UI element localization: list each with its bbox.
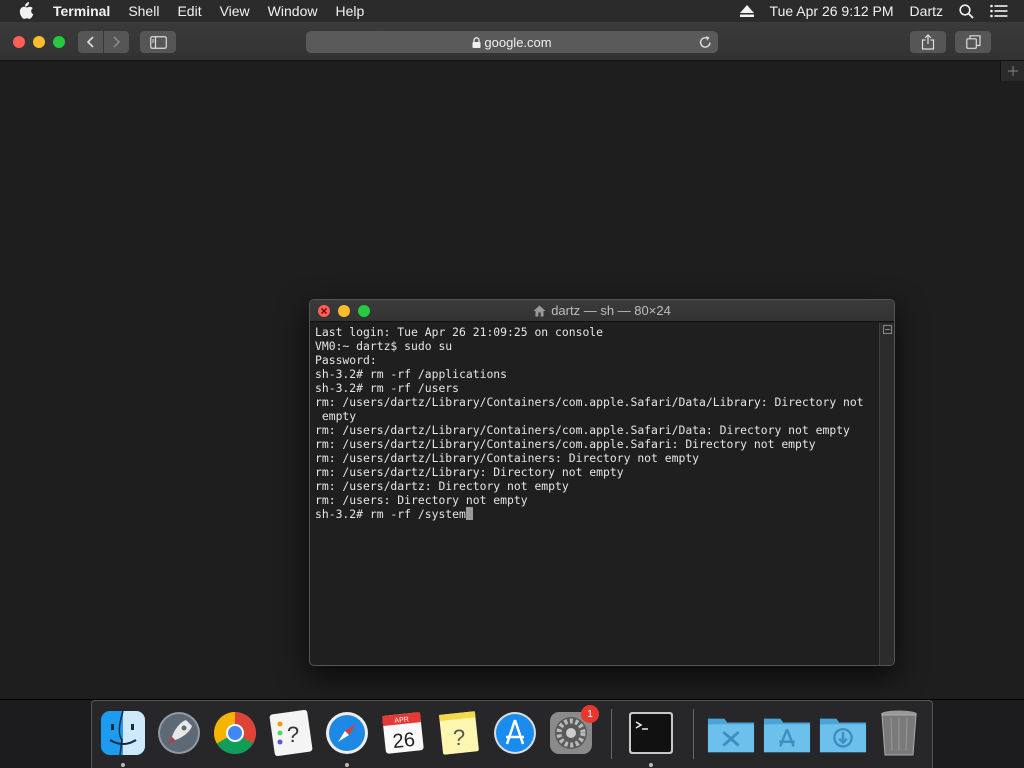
terminal-line: rm: /users: Directory not empty bbox=[315, 493, 528, 507]
menu-edit[interactable]: Edit bbox=[168, 0, 210, 22]
downloads-folder-icon[interactable] bbox=[819, 709, 867, 757]
terminal-line: Password: bbox=[315, 353, 377, 367]
terminal-line: empty bbox=[315, 409, 357, 423]
app-store-icon[interactable] bbox=[491, 709, 539, 757]
scrollbar-thumb[interactable] bbox=[883, 325, 892, 334]
terminal-title-text: dartz — sh — 80×24 bbox=[551, 303, 671, 318]
terminal-running-indicator bbox=[649, 763, 653, 767]
reload-icon[interactable] bbox=[699, 35, 712, 49]
terminal-output[interactable]: Last login: Tue Apr 26 21:09:25 on conso… bbox=[310, 323, 881, 665]
new-tab-button[interactable] bbox=[1000, 61, 1024, 81]
notes-icon[interactable]: ? bbox=[435, 709, 483, 757]
dock: ? APR 26 ? 1 bbox=[91, 700, 933, 768]
eject-icon[interactable] bbox=[739, 5, 754, 17]
terminal-icon[interactable] bbox=[627, 709, 675, 757]
address-bar-url: google.com bbox=[484, 34, 552, 50]
tabs-icon bbox=[965, 35, 981, 49]
home-folder-icon bbox=[533, 305, 546, 317]
finder-icon[interactable] bbox=[99, 709, 147, 757]
chrome-icon[interactable] bbox=[211, 709, 259, 757]
address-bar[interactable]: google.com bbox=[306, 31, 718, 53]
menubar-user[interactable]: Dartz bbox=[910, 3, 943, 19]
share-button[interactable] bbox=[910, 31, 946, 53]
terminal-line: rm: /users/dartz/Library/Containers/com.… bbox=[315, 437, 816, 451]
menubar-clock[interactable]: Tue Apr 26 9:12 PM bbox=[770, 3, 894, 19]
trash-icon[interactable] bbox=[875, 709, 923, 757]
calendar-icon[interactable]: APR 26 bbox=[379, 709, 427, 757]
spotlight-search-icon[interactable] bbox=[959, 3, 974, 19]
menu-shell[interactable]: Shell bbox=[119, 0, 168, 22]
terminal-window: dartz — sh — 80×24 Last login: Tue Apr 2… bbox=[309, 299, 895, 666]
notification-center-icon[interactable] bbox=[990, 4, 1008, 18]
terminal-line: Last login: Tue Apr 26 21:09:25 on conso… bbox=[315, 325, 604, 339]
app-folder-icon[interactable] bbox=[763, 709, 811, 757]
back-forward-buttons bbox=[78, 31, 129, 53]
terminal-line: rm: /users/dartz/Library/Containers/com.… bbox=[315, 423, 850, 437]
safari-minimize-button[interactable] bbox=[33, 36, 45, 48]
calendar-day: 26 bbox=[392, 729, 416, 753]
lock-icon bbox=[472, 36, 481, 48]
terminal-prompt-line: sh-3.2# rm -rf /system bbox=[315, 507, 876, 521]
launchpad-icon[interactable] bbox=[155, 709, 203, 757]
menu-window[interactable]: Window bbox=[259, 0, 327, 22]
terminal-scrollbar[interactable] bbox=[879, 323, 894, 665]
calendar-month: APR bbox=[394, 716, 409, 724]
notification-badge: 1 bbox=[581, 705, 599, 723]
chevron-right-icon bbox=[113, 36, 121, 48]
terminal-current-command: sh-3.2# rm -rf /system bbox=[315, 507, 466, 521]
safari-icon[interactable] bbox=[323, 709, 371, 757]
system-preferences-icon[interactable]: 1 bbox=[547, 705, 599, 757]
terminal-line: rm: /users/dartz/Library/Containers/com.… bbox=[315, 395, 864, 409]
back-button[interactable] bbox=[79, 31, 104, 53]
safari-toolbar: google.com bbox=[0, 22, 1024, 61]
share-icon bbox=[921, 34, 935, 50]
plus-icon bbox=[1007, 66, 1018, 76]
sidebar-icon bbox=[149, 35, 167, 49]
finder-running-indicator bbox=[121, 763, 125, 767]
terminal-line: rm: /users/dartz/Library: Directory not … bbox=[315, 465, 624, 479]
chevron-left-icon bbox=[86, 36, 94, 48]
dock-separator bbox=[693, 709, 694, 759]
terminal-title: dartz — sh — 80×24 bbox=[310, 300, 894, 322]
dock-separator bbox=[611, 709, 612, 759]
menu-help[interactable]: Help bbox=[326, 0, 373, 22]
terminal-line: sh-3.2# rm -rf /users bbox=[315, 381, 460, 395]
sidebar-toggle-button[interactable] bbox=[140, 31, 176, 53]
terminal-line: rm: /users/dartz/Library/Containers: Dir… bbox=[315, 451, 700, 465]
terminal-titlebar[interactable]: dartz — sh — 80×24 bbox=[310, 300, 894, 322]
safari-running-indicator bbox=[345, 763, 349, 767]
svg-text:?: ? bbox=[453, 725, 465, 750]
terminal-cursor bbox=[465, 507, 473, 520]
safari-zoom-button[interactable] bbox=[53, 36, 65, 48]
apple-menu-icon[interactable] bbox=[18, 2, 38, 20]
reminders-icon[interactable]: ? bbox=[267, 709, 315, 757]
tab-overview-button[interactable] bbox=[955, 31, 991, 53]
svg-text:?: ? bbox=[287, 722, 299, 747]
terminal-line: VM0:~ dartz$ sudo su bbox=[315, 339, 453, 353]
menu-app-name[interactable]: Terminal bbox=[44, 0, 119, 22]
safari-close-button[interactable] bbox=[13, 36, 25, 48]
menu-bar: Terminal Shell Edit View Window Help Tue… bbox=[0, 0, 1024, 22]
terminal-line: rm: /users/dartz: Directory not empty bbox=[315, 479, 569, 493]
applications-folder-icon[interactable] bbox=[707, 709, 755, 757]
menu-view[interactable]: View bbox=[211, 0, 259, 22]
terminal-line: sh-3.2# rm -rf /applications bbox=[315, 367, 508, 381]
forward-button[interactable] bbox=[104, 31, 129, 53]
